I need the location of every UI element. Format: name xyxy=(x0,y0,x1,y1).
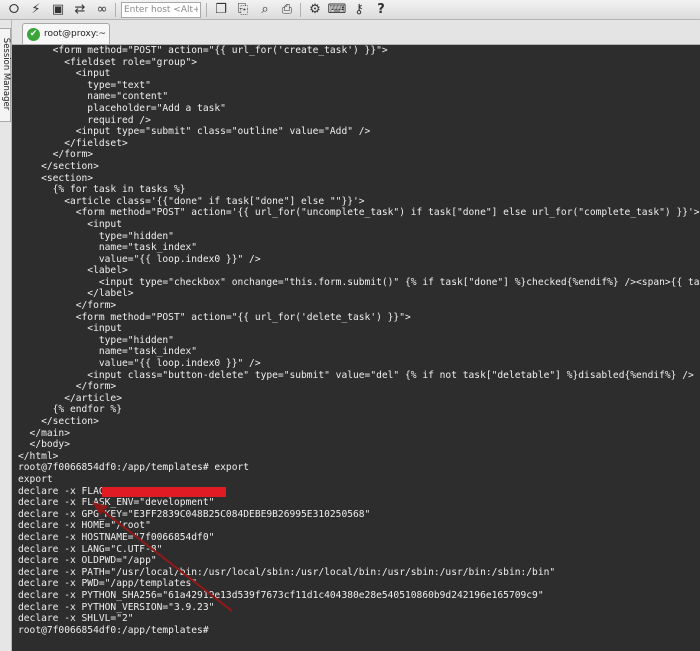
toolbar-divider xyxy=(115,2,116,17)
terminal-line: type="hidden" xyxy=(18,334,174,346)
connected-check-icon: ✔ xyxy=(27,27,40,41)
terminal-line: <form method="POST" action="{{ url_for('… xyxy=(18,311,411,323)
terminal-line: required /> xyxy=(18,114,151,126)
terminal-line: </fieldset> xyxy=(18,137,128,149)
terminal-line: declare -x PYTHON_VERSION="3.9.23" xyxy=(18,601,215,613)
terminal-line: <label> xyxy=(18,265,128,277)
terminal-line: declare -x PWD="/app/templates" xyxy=(18,578,198,590)
terminal-line: <section> xyxy=(18,172,94,184)
terminal-line: </section> xyxy=(18,160,99,172)
terminal-line: placeholder="Add a task" xyxy=(18,102,226,114)
copy-icon[interactable]: ❐ xyxy=(213,2,229,18)
terminal-line: <input xyxy=(18,323,122,335)
terminal-line: declare -x GPG_KEY="E3FF2839C048B25C084D… xyxy=(18,508,371,520)
terminal-line: </html> xyxy=(18,450,59,462)
tab-label: root@proxy:~ xyxy=(44,29,107,39)
terminal-icon[interactable]: ▣ xyxy=(50,2,66,18)
terminal-line: <input xyxy=(18,218,122,230)
link-icon[interactable]: ∞ xyxy=(94,2,110,18)
paste-icon[interactable]: ⎘ xyxy=(235,2,251,18)
terminal-line: declare -x HOME="/root" xyxy=(18,520,151,532)
toolbar-divider xyxy=(206,2,207,17)
terminal-line: </section> xyxy=(18,416,99,427)
terminal-line: value="{{ loop.index0 }}" /> xyxy=(18,253,261,265)
terminal-line: declare -x SHLVL="2" xyxy=(18,613,134,625)
terminal-line: declare -x PYTHON_SHA256="61a42919e13d53… xyxy=(18,589,544,601)
terminal-line: <form method="POST" action='{{ url_for("… xyxy=(18,207,700,219)
terminal-line: declare -x HOSTNAME="7f0066854df0" xyxy=(18,531,215,543)
session-manager-tab[interactable]: Session Manager xyxy=(0,28,11,122)
terminal-line: root@7f0066854df0:/app/templates# xyxy=(18,624,215,636)
terminal-line: <article class='{{"done" if task["done"]… xyxy=(18,195,365,207)
connect-icon[interactable]: ⭘ xyxy=(6,2,22,18)
host-input[interactable] xyxy=(121,1,201,18)
terminal-line: <input xyxy=(18,68,111,80)
terminal-line: root@7f0066854df0:/app/templates# export xyxy=(18,462,250,474)
terminal-line: </label> xyxy=(18,288,134,300)
toolbar-divider xyxy=(300,2,301,17)
session-manager-strip: Session Manager xyxy=(0,20,12,651)
terminal-line: <input type="checkbox" onchange="this.fo… xyxy=(98,276,700,288)
terminal-line: </main> xyxy=(18,427,70,439)
terminal-line: declare -x FLASK_ENV="development" xyxy=(18,497,215,509)
tab-root-proxy[interactable]: ✔ root@proxy:~ xyxy=(22,23,110,44)
terminal-line: </form> xyxy=(18,300,117,312)
terminal-line: declare -x OLDPWD="/app" xyxy=(18,555,157,567)
terminal-line: <input class="button-delete" type="submi… xyxy=(18,369,694,381)
terminal-line: </body> xyxy=(18,439,70,451)
properties-icon[interactable]: ⚙ xyxy=(307,2,323,18)
main-toolbar: ⭘ ⚡ ▣ ⇄ ∞ ❐ ⎘ ⌕ ⎙ ⚙ ⌨ ⚷ ? xyxy=(0,0,700,20)
redaction-mark xyxy=(102,487,226,497)
terminal-line: name="task_index" xyxy=(18,346,198,358)
find-icon[interactable]: ⌕ xyxy=(257,2,273,18)
terminal-lines: <form method="POST" action="{{ url_for('… xyxy=(18,45,700,636)
keyboard-icon[interactable]: ⌨ xyxy=(328,2,347,18)
terminal-line: </article> xyxy=(18,392,122,404)
terminal-line: declare -x PATH="/usr/local/bin:/usr/loc… xyxy=(18,566,556,578)
terminal-line: type="hidden" xyxy=(18,230,174,242)
key-icon[interactable]: ⚷ xyxy=(351,2,367,18)
tab-bar: ✔ root@proxy:~ xyxy=(12,20,700,45)
quick-connect-icon[interactable]: ⚡ xyxy=(28,2,44,18)
print-icon[interactable]: ⎙ xyxy=(279,2,295,18)
terminal-line: name="content" xyxy=(18,91,169,103)
session-manager-label: Session Manager xyxy=(1,37,11,111)
terminal-line: export xyxy=(18,473,53,485)
terminal-line: </form> xyxy=(18,381,117,393)
terminal-line: type="text" xyxy=(18,79,151,91)
terminal-line: <input type="submit" class="outline" val… xyxy=(18,126,371,138)
terminal-line: <fieldset role="group"> xyxy=(18,56,198,68)
terminal-output[interactable]: <form method="POST" action="{{ url_for('… xyxy=(12,45,700,651)
reconnect-icon[interactable]: ⇄ xyxy=(72,2,88,18)
terminal-line: value="{{ loop.index0 }}" /> xyxy=(18,358,261,370)
help-icon[interactable]: ? xyxy=(373,2,389,18)
terminal-line: {% for task in tasks %} xyxy=(18,184,186,196)
terminal-line: declare -x LANG="C.UTF-8" xyxy=(18,543,163,555)
terminal-line: name="task_index" xyxy=(18,242,198,254)
terminal-line: {% endfor %} xyxy=(18,404,122,416)
terminal-line: </form> xyxy=(18,149,94,161)
terminal-line: <form method="POST" action="{{ url_for('… xyxy=(18,45,388,56)
